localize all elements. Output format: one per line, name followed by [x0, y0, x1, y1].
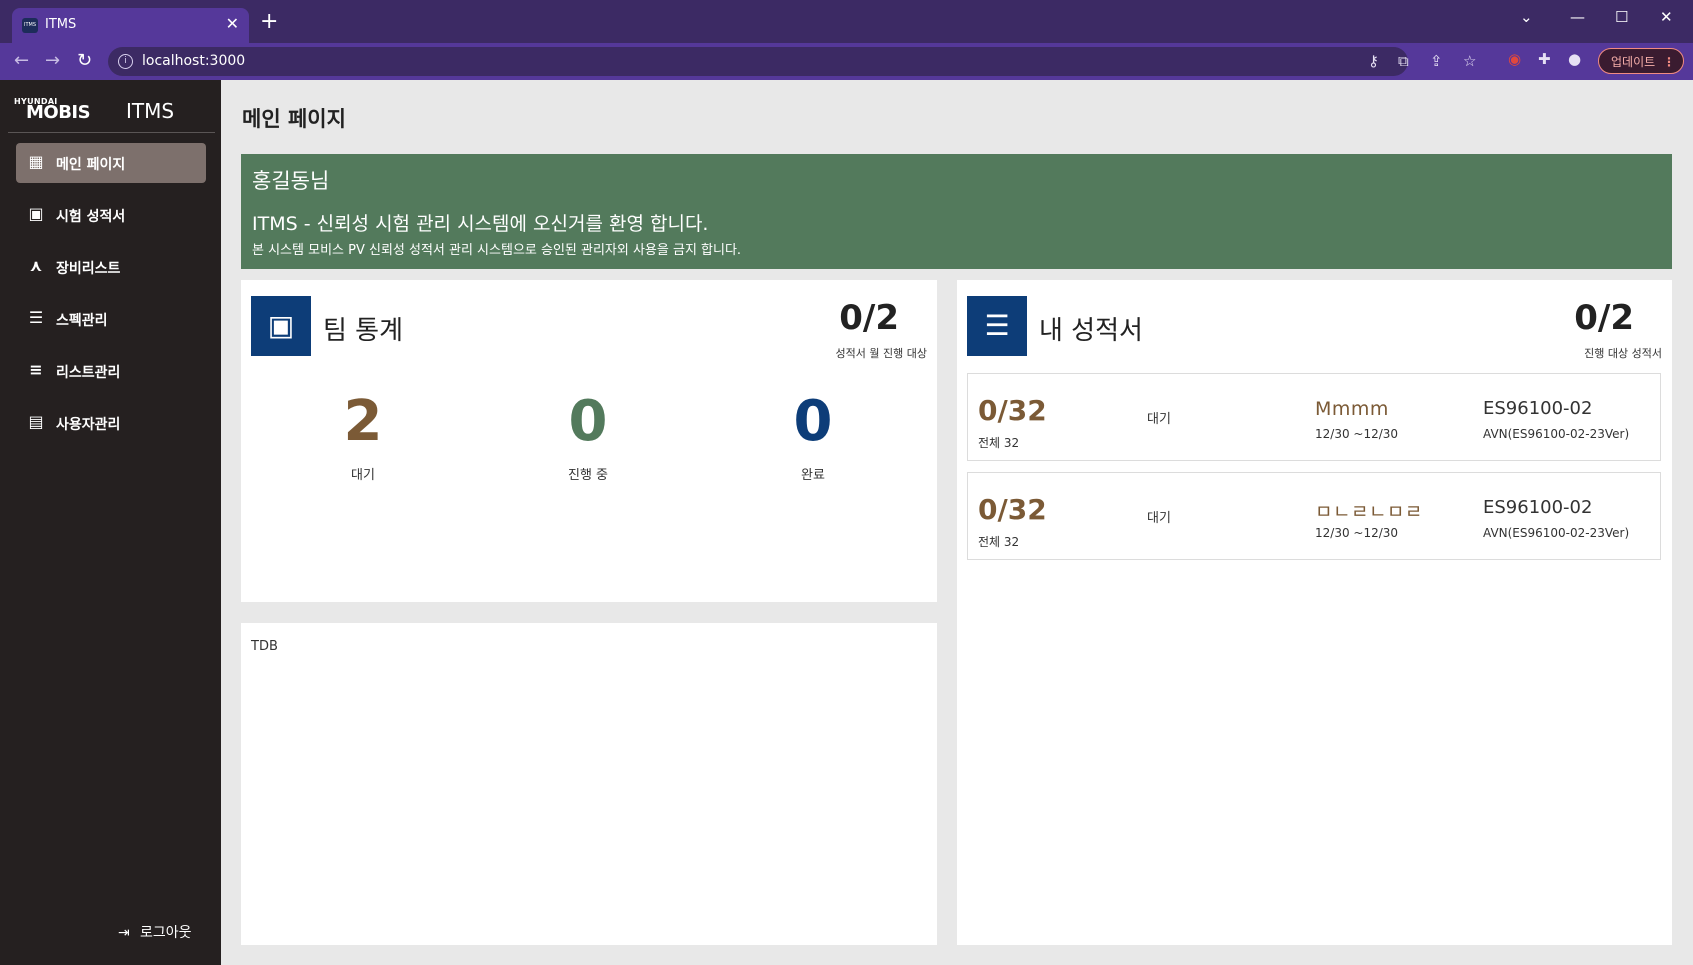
address-bar[interactable]: i localhost:3000 ⚷ ⧉ ⇪ ☆ [108, 47, 1476, 76]
sidebar-item-test-report[interactable]: ▣ 시험 성적서 [16, 195, 206, 235]
sidebar-item-label: 사용자관리 [56, 417, 121, 433]
banner-welcome-text: ITMS - 신뢰성 시험 관리 시스템에 오신거를 환영 합니다. [252, 213, 709, 235]
list-icon: ≡ [29, 360, 43, 379]
stat-value: 0 [568, 389, 608, 454]
page-title: 메인 페이지 [242, 107, 346, 131]
minimize-icon[interactable]: — [1570, 8, 1585, 26]
report-sub: AVN(ES96100-02-23Ver) [1483, 526, 1630, 540]
profile-avatar-icon[interactable]: ● [1568, 50, 1581, 68]
maximize-icon[interactable]: ☐ [1615, 8, 1628, 26]
report-total: 전체 32 [978, 535, 1020, 549]
app-name: ITMS [126, 99, 175, 123]
update-label: 업데이트 [1611, 55, 1656, 69]
url-text[interactable]: localhost:3000 [142, 53, 245, 69]
site-info-icon[interactable]: i [118, 54, 133, 69]
banner-notice-text: 본 시스템 모비스 PV 신뢰성 성적서 관리 시스템으로 승인된 관리자외 사… [252, 243, 742, 258]
more-menu-icon: ⋮ [1663, 55, 1675, 69]
report-total: 전체 32 [978, 436, 1020, 450]
tab-search-icon[interactable]: ⌄ [1520, 8, 1533, 26]
stat-waiting: 2 대기 [303, 389, 423, 484]
browser-tab[interactable]: ITMS ITMS ✕ [12, 8, 249, 43]
tab-favicon: ITMS [22, 18, 38, 33]
forward-icon[interactable]: → [45, 50, 60, 71]
update-button[interactable]: 업데이트 ⋮ [1598, 48, 1684, 74]
team-stats-title: 팀 통계 [323, 316, 404, 346]
report-code: ES96100-02 [1483, 398, 1593, 419]
team-stats-ratio-label: 성적서 월 진행 대상 [835, 347, 927, 360]
sidebar-item-spec[interactable]: ☰ 스펙관리 [16, 299, 206, 339]
browser-toolbar: ← → ↻ i localhost:3000 ⚷ ⧉ ⇪ ☆ ◉ ✚ ● 업데이… [0, 43, 1693, 80]
report-code: ES96100-02 [1483, 497, 1593, 518]
report-date: 12/30 ~12/30 [1315, 427, 1399, 441]
report-item[interactable]: 0/32 전체 32 대기 Mmmm 12/30 ~12/30 ES96100-… [967, 373, 1661, 461]
tdb-text: TDB [251, 639, 278, 654]
stat-label: 완료 [801, 468, 825, 483]
report-count: 0/32 [978, 394, 1047, 427]
banner-user-name: 홍길동님 [252, 169, 330, 193]
my-reports-card: ☰ 내 성적서 0/2 진행 대상 성적서 0/32 전체 32 대기 Mmmm… [957, 280, 1672, 945]
dashboard-icon: ▦ [28, 152, 44, 171]
stat-value: 0 [793, 389, 833, 454]
logout-label: 로그아웃 [140, 925, 192, 941]
stat-complete: 0 완료 [753, 389, 873, 484]
extensions-puzzle-icon[interactable]: ✚ [1538, 50, 1551, 68]
sidebar-item-users[interactable]: ▤ 사용자관리 [16, 403, 206, 443]
stat-in-progress: 0 진행 중 [528, 389, 648, 484]
report-item[interactable]: 0/32 전체 32 대기 ㅁㄴㄹㄴㅁㄹ 12/30 ~12/30 ES9610… [967, 472, 1661, 560]
share-icon[interactable]: ⇪ [1430, 52, 1443, 70]
stat-label: 진행 중 [567, 468, 608, 483]
document-icon: ☰ [28, 308, 44, 327]
report-status: 대기 [1147, 412, 1171, 427]
tab-title: ITMS [45, 17, 77, 32]
bookmark-star-icon[interactable]: ☆ [1463, 52, 1476, 70]
translate-icon[interactable]: ⧉ [1398, 52, 1409, 70]
sidebar: HYUNDAI MOBIS ITMS ▦ 메인 페이지 ▣ 시험 성적서 ⋏ 장… [0, 80, 221, 965]
stat-value: 2 [343, 389, 383, 454]
user-card-icon: ▤ [28, 412, 44, 431]
browser-title-bar: ITMS ITMS ✕ + ⌄ — ☐ ✕ [0, 0, 1693, 43]
sidebar-item-equipment[interactable]: ⋏ 장비리스트 [16, 247, 206, 287]
logout-icon: ⇥ [118, 925, 130, 941]
tab-close-icon[interactable]: ✕ [226, 14, 239, 33]
logout-button[interactable]: ⇥ 로그아웃 [118, 922, 192, 942]
sidebar-item-label: 스펙관리 [56, 313, 108, 329]
sidebar-item-main[interactable]: ▦ 메인 페이지 [16, 143, 206, 183]
my-reports-ratio-label: 진행 대상 성적서 [1584, 347, 1662, 360]
reload-icon[interactable]: ↻ [77, 50, 92, 71]
sidebar-item-list[interactable]: ≡ 리스트관리 [16, 351, 206, 391]
stat-label: 대기 [351, 468, 375, 483]
report-sub: AVN(ES96100-02-23Ver) [1483, 427, 1630, 441]
report-status: 대기 [1147, 511, 1171, 526]
report-name: Mmmm [1315, 398, 1389, 420]
sidebar-divider [8, 132, 215, 133]
sidebar-item-label: 시험 성적서 [56, 209, 126, 225]
clipboard-icon: ▣ [28, 204, 44, 223]
password-key-icon[interactable]: ⚷ [1368, 52, 1379, 70]
network-icon: ⋏ [29, 256, 43, 275]
sidebar-item-label: 리스트관리 [56, 365, 121, 381]
window-close-icon[interactable]: ✕ [1660, 8, 1673, 26]
sidebar-item-label: 메인 페이지 [56, 157, 126, 173]
report-date: 12/30 ~12/30 [1315, 526, 1399, 540]
extension-icon[interactable]: ◉ [1508, 50, 1521, 68]
report-count: 0/32 [978, 493, 1047, 526]
back-icon[interactable]: ← [14, 50, 29, 71]
sidebar-item-label: 장비리스트 [56, 261, 121, 277]
report-name: ㅁㄴㄹㄴㅁㄹ [1315, 501, 1423, 523]
my-reports-ratio: 0/2 [1574, 298, 1634, 338]
welcome-banner: 홍길동님 ITMS - 신뢰성 시험 관리 시스템에 오신거를 환영 합니다. … [241, 154, 1672, 269]
logo-main-text: MOBIS [26, 102, 91, 123]
clipboard-user-icon: ▣ [251, 296, 311, 356]
new-tab-icon[interactable]: + [260, 11, 278, 33]
my-reports-title: 내 성적서 [1039, 316, 1143, 346]
tdb-card: TDB [241, 623, 937, 945]
team-stats-card: ▣ 팀 통계 0/2 성적서 월 진행 대상 2 대기 0 진행 중 0 완료 [241, 280, 937, 602]
team-stats-ratio: 0/2 [839, 298, 899, 338]
list-icon: ☰ [967, 296, 1027, 356]
